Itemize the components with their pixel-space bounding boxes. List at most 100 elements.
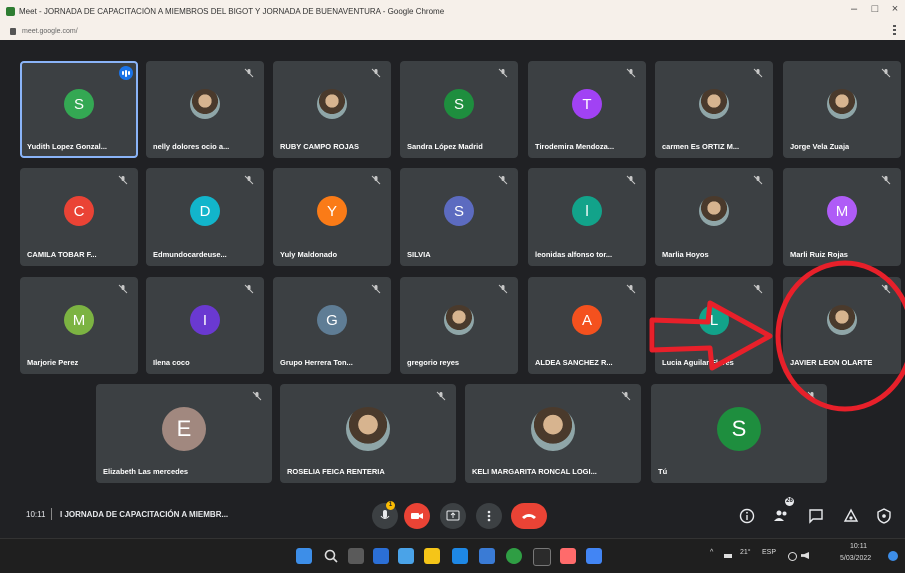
participant-tile[interactable]: JAVIER LEON OLARTE (783, 277, 901, 374)
participant-tile[interactable]: E Elizabeth Las mercedes (96, 384, 272, 483)
info-icon[interactable] (739, 508, 755, 524)
mic-off-icon (626, 175, 636, 185)
camera-button[interactable] (404, 503, 430, 529)
participant-name: Tirodemira Mendoza... (535, 142, 615, 151)
participant-tile[interactable]: I Ilena coco (146, 277, 264, 374)
participant-name: RUBY CAMPO ROJAS (280, 142, 360, 151)
participant-name: SILVIA (407, 250, 431, 259)
participant-name: nelly dolores ocio a... (153, 142, 230, 151)
more-options-button[interactable] (476, 503, 502, 529)
participant-name: Marli Ruiz Rojas (790, 250, 848, 259)
minimize-button[interactable]: – (845, 3, 863, 15)
participant-avatar: Y (317, 196, 347, 226)
clock-date[interactable]: 5/03/2022 (840, 555, 871, 562)
edge-icon[interactable] (452, 548, 468, 564)
participant-tile[interactable]: L Lucia Aguilar Flores (655, 277, 773, 374)
end-call-icon (522, 514, 536, 519)
participant-tile[interactable]: D Edmundocardeuse... (146, 168, 264, 266)
participant-avatar: C (64, 196, 94, 226)
store-icon[interactable] (479, 548, 495, 564)
start-icon[interactable] (296, 548, 312, 564)
participant-tile[interactable]: Y Yuly Maldonado (273, 168, 391, 266)
chat-icon[interactable] (808, 508, 824, 524)
activities-icon[interactable] (843, 508, 859, 524)
mic-off-icon (753, 284, 763, 294)
participant-tile[interactable]: Jorge Vela Zuaja (783, 61, 901, 158)
meet-favicon-icon (6, 6, 15, 16)
divider (51, 508, 52, 520)
participant-tile[interactable]: gregorio reyes (400, 277, 518, 374)
participant-tile[interactable]: S Yudith Lopez Gonzal... (20, 61, 138, 158)
meet-window: Meet - JORNADA DE CAPACITACIÓN A MIEMBRO… (0, 0, 905, 573)
leave-call-button[interactable] (511, 503, 547, 529)
meet-app-icon[interactable] (586, 548, 602, 564)
widgets-icon[interactable] (373, 548, 389, 564)
mic-off-icon (881, 284, 891, 294)
volume-icon[interactable] (801, 552, 809, 559)
participant-avatar: M (827, 196, 857, 226)
participant-tile[interactable]: C CAMILA TOBAR F... (20, 168, 138, 266)
file-explorer-icon[interactable] (424, 548, 440, 564)
participant-name: leonidas alfonso tor... (535, 250, 613, 259)
participant-tile[interactable]: S SILVIA (400, 168, 518, 266)
tray-chevron-icon[interactable]: ^ (710, 549, 713, 556)
task-view-icon[interactable] (348, 548, 364, 564)
mic-button[interactable]: 1 (372, 501, 398, 529)
search-icon[interactable] (323, 548, 339, 564)
participant-avatar: D (190, 196, 220, 226)
participant-avatar: l (572, 196, 602, 226)
participant-tile[interactable]: S Tú (651, 384, 827, 483)
present-button[interactable] (440, 503, 466, 529)
participant-name: Lucia Aguilar Flores (662, 358, 734, 367)
teams-chat-icon[interactable] (398, 548, 414, 564)
participant-tile[interactable]: nelly dolores ocio a... (146, 61, 264, 158)
participant-tile[interactable]: Marlia Hoyos (655, 168, 773, 266)
participant-tile[interactable]: M Marjorie Perez (20, 277, 138, 374)
participant-photo (531, 407, 575, 451)
wifi-icon[interactable] (788, 552, 797, 561)
mic-off-icon (371, 68, 381, 78)
maximize-button[interactable]: □ (866, 3, 884, 15)
participant-name: Marlia Hoyos (662, 250, 709, 259)
windows-taskbar: ^ 21° ESP 10:11 5/03/2022 (0, 538, 905, 573)
app-icon[interactable] (560, 548, 576, 564)
participant-avatar: A (572, 305, 602, 335)
host-controls-icon[interactable] (876, 508, 892, 524)
close-button[interactable]: × (886, 3, 904, 15)
participant-tile[interactable]: M Marli Ruiz Rojas (783, 168, 901, 266)
meet-control-bar: 10:11 I JORNADA DE CAPACITACIÓN A MIEMBR… (0, 493, 905, 538)
participant-tile[interactable]: G Grupo Herrera Ton... (273, 277, 391, 374)
mic-off-icon (881, 68, 891, 78)
url-text[interactable]: meet.google.com/ (22, 28, 78, 35)
participant-tile[interactable]: KELI MARGARITA RONCAL LOGI... (465, 384, 641, 483)
participant-tile[interactable]: RUBY CAMPO ROJAS (273, 61, 391, 158)
mic-off-icon (244, 68, 254, 78)
speaking-indicator-icon (119, 66, 133, 80)
address-bar[interactable]: meet.google.com/ (0, 22, 905, 40)
participant-tile[interactable]: carmen Es ORTIZ M... (655, 61, 773, 158)
kebab-menu-icon[interactable] (893, 25, 897, 35)
participant-tile[interactable]: S Sandra López Madrid (400, 61, 518, 158)
participants-count: 26 (785, 497, 794, 506)
people-icon[interactable] (773, 508, 789, 524)
participant-name: Ilena coco (153, 358, 190, 367)
participant-tile[interactable]: A ALDEA SANCHEZ R... (528, 277, 646, 374)
clock-time[interactable]: 10:11 (850, 543, 867, 550)
participant-name: ROSELIA FEICA RENTERIA (287, 467, 385, 476)
weather-temp: 21° (740, 549, 751, 556)
participant-name: Yudith Lopez Gonzal... (27, 142, 107, 151)
language-indicator[interactable]: ESP (762, 549, 776, 556)
participant-avatar: G (317, 305, 347, 335)
chrome-icon[interactable] (506, 548, 522, 564)
participant-tile[interactable]: ROSELIA FEICA RENTERIA (280, 384, 456, 483)
participant-tile[interactable]: l leonidas alfonso tor... (528, 168, 646, 266)
mic-icon (380, 510, 390, 519)
mic-off-icon (244, 175, 254, 185)
mic-off-icon (252, 391, 262, 401)
notification-icon[interactable] (888, 551, 898, 561)
participant-tile[interactable]: T Tirodemira Mendoza... (528, 61, 646, 158)
participant-name: Marjorie Perez (27, 358, 79, 367)
participant-name: carmen Es ORTIZ M... (662, 142, 740, 151)
participant-photo (827, 89, 857, 119)
terminal-icon[interactable] (533, 548, 551, 566)
